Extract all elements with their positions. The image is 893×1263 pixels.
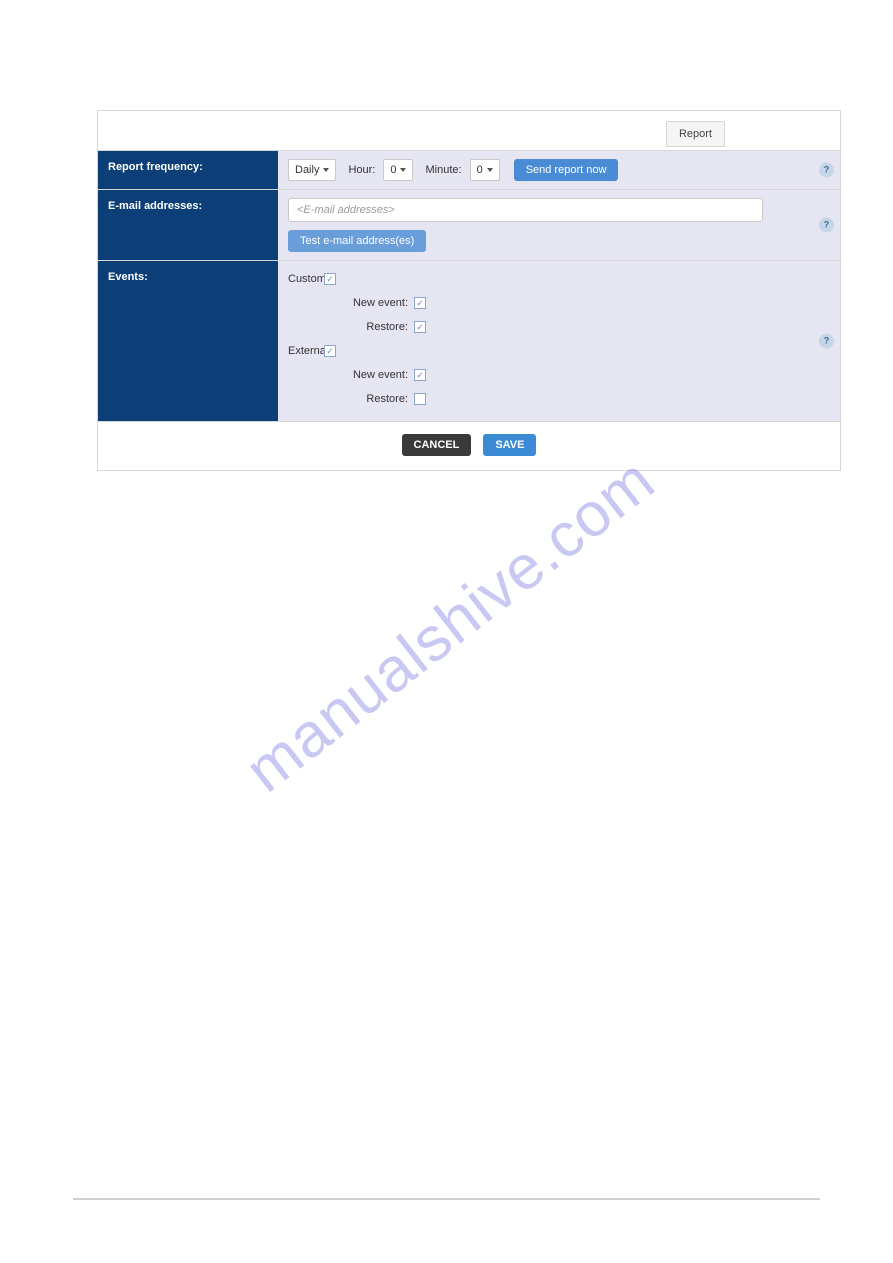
value-report-frequency: Daily Hour: 0 Minute: 0 Send report now … [278, 151, 840, 189]
frequency-daily-select[interactable]: Daily [288, 159, 336, 181]
footer-divider [73, 1198, 820, 1200]
events-external-label: External: [288, 345, 324, 357]
external-restore-checkbox[interactable] [414, 393, 426, 405]
footer-actions: CANCEL SAVE [98, 422, 840, 470]
custom-checkbox[interactable] [324, 273, 336, 285]
chevron-down-icon [400, 168, 406, 172]
events-grid: Custom: New event: Restore: External: [288, 269, 830, 413]
custom-new-event-checkbox[interactable] [414, 297, 426, 309]
row-report-frequency: Report frequency: Daily Hour: 0 Minute: … [98, 151, 840, 190]
minute-label: Minute: [425, 164, 461, 176]
minute-value: 0 [477, 164, 483, 176]
minute-select[interactable]: 0 [470, 159, 500, 181]
value-events: Custom: New event: Restore: External: [278, 261, 840, 421]
hour-label: Hour: [348, 164, 375, 176]
cancel-label: CANCEL [414, 439, 460, 451]
help-icon[interactable]: ? [819, 163, 834, 178]
events-custom-label: Custom: [288, 273, 324, 285]
tab-report-label: Report [679, 128, 712, 140]
send-report-now-label: Send report now [526, 164, 607, 176]
label-report-frequency: Report frequency: [98, 151, 278, 189]
cancel-button[interactable]: CANCEL [402, 434, 472, 456]
help-icon[interactable]: ? [819, 218, 834, 233]
tab-bar: Report [98, 111, 840, 151]
custom-restore-checkbox[interactable] [414, 321, 426, 333]
frequency-daily-value: Daily [295, 164, 319, 176]
email-input[interactable] [288, 198, 763, 222]
value-email-addresses: Test e-mail address(es) ? [278, 190, 840, 260]
test-email-label: Test e-mail address(es) [300, 235, 414, 247]
help-icon[interactable]: ? [819, 334, 834, 349]
report-panel: Report Report frequency: Daily Hour: 0 M… [97, 110, 841, 471]
external-new-event-checkbox[interactable] [414, 369, 426, 381]
custom-new-event-label: New event: [336, 297, 414, 309]
external-new-event-label: New event: [336, 369, 414, 381]
custom-restore-label: Restore: [336, 321, 414, 333]
external-restore-label: Restore: [336, 393, 414, 405]
save-label: SAVE [495, 439, 524, 451]
hour-value: 0 [390, 164, 396, 176]
label-events: Events: [98, 261, 278, 421]
external-checkbox[interactable] [324, 345, 336, 357]
row-email-addresses: E-mail addresses: Test e-mail address(es… [98, 190, 840, 261]
tab-report[interactable]: Report [666, 121, 725, 147]
send-report-now-button[interactable]: Send report now [514, 159, 619, 181]
test-email-button[interactable]: Test e-mail address(es) [288, 230, 426, 252]
save-button[interactable]: SAVE [483, 434, 536, 456]
row-events: Events: Custom: New event: Restore: [98, 261, 840, 422]
label-email-addresses: E-mail addresses: [98, 190, 278, 260]
hour-select[interactable]: 0 [383, 159, 413, 181]
chevron-down-icon [487, 168, 493, 172]
frequency-controls: Daily Hour: 0 Minute: 0 Send report now [288, 159, 830, 181]
chevron-down-icon [323, 168, 329, 172]
